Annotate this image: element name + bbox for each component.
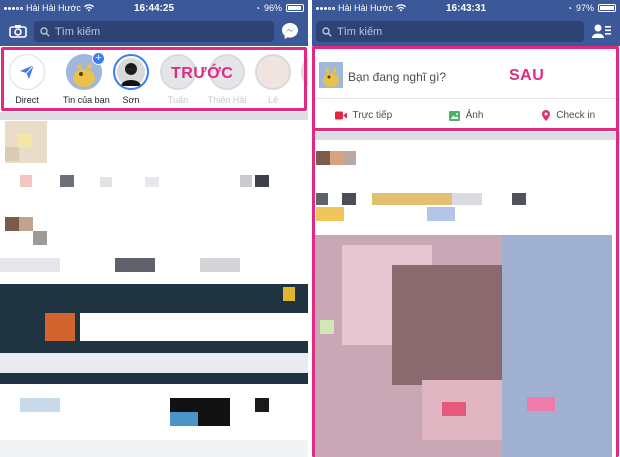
- pixel-block: [115, 258, 155, 272]
- pixel-block: [45, 313, 75, 341]
- highlight-frame: [1, 47, 307, 111]
- top-nav-bar: Tìm kiếm: [312, 16, 620, 46]
- pixel-block: [100, 177, 112, 187]
- pixel-block: [0, 353, 308, 373]
- alarm-icon: ◔: [255, 3, 260, 13]
- search-icon: [322, 26, 332, 37]
- before-screen: Hải Hải Hước 16:44:25 ◔ 96% Tìm kiếm Dir…: [0, 0, 308, 457]
- pixel-block: [5, 217, 19, 231]
- alarm-icon: ◔: [567, 3, 572, 13]
- battery-icon: [286, 4, 304, 12]
- friend-requests-icon[interactable]: [590, 20, 614, 42]
- status-bar: Hải Hải Hước 16:43:31 ◔ 97%: [312, 0, 620, 16]
- pixel-block: [255, 398, 269, 412]
- search-icon: [40, 26, 50, 37]
- pixel-block: [33, 231, 47, 245]
- pixel-block: [255, 175, 269, 187]
- highlight-frame-extended: [312, 46, 619, 457]
- pixel-block: [0, 440, 308, 457]
- pixel-block: [170, 412, 198, 426]
- battery-info: ◔ 96%: [255, 3, 304, 13]
- battery-info: ◔ 97%: [567, 3, 616, 13]
- search-bar[interactable]: Tìm kiếm: [34, 21, 274, 42]
- battery-percent: 96%: [263, 3, 282, 13]
- search-placeholder: Tìm kiếm: [337, 25, 383, 38]
- pixel-block: [19, 217, 33, 231]
- pixel-block: [240, 175, 252, 187]
- pixel-block: [145, 177, 159, 187]
- pixel-block: [60, 175, 74, 187]
- pixel-block: [5, 147, 19, 161]
- pixel-block: [18, 134, 32, 148]
- pixel-block: [20, 398, 60, 412]
- pixel-block: [200, 258, 240, 272]
- messenger-icon[interactable]: [278, 20, 302, 42]
- pixel-block: [80, 313, 308, 341]
- pixel-block: [283, 287, 295, 301]
- search-bar[interactable]: Tìm kiếm: [316, 21, 584, 42]
- battery-icon: [598, 4, 616, 12]
- top-nav-bar: Tìm kiếm: [0, 16, 308, 46]
- camera-icon[interactable]: [6, 20, 30, 42]
- battery-percent: 97%: [575, 3, 594, 13]
- after-screen: Hải Hải Hước 16:43:31 ◔ 97% Tìm kiếm Bạn…: [312, 0, 620, 457]
- status-bar: Hải Hải Hước 16:44:25 ◔ 96%: [0, 0, 308, 16]
- pixel-block: [20, 175, 32, 187]
- section-separator: [0, 112, 308, 120]
- before-tag: TRƯỚC: [171, 65, 234, 82]
- pixel-block: [0, 258, 60, 272]
- search-placeholder: Tìm kiếm: [55, 25, 101, 38]
